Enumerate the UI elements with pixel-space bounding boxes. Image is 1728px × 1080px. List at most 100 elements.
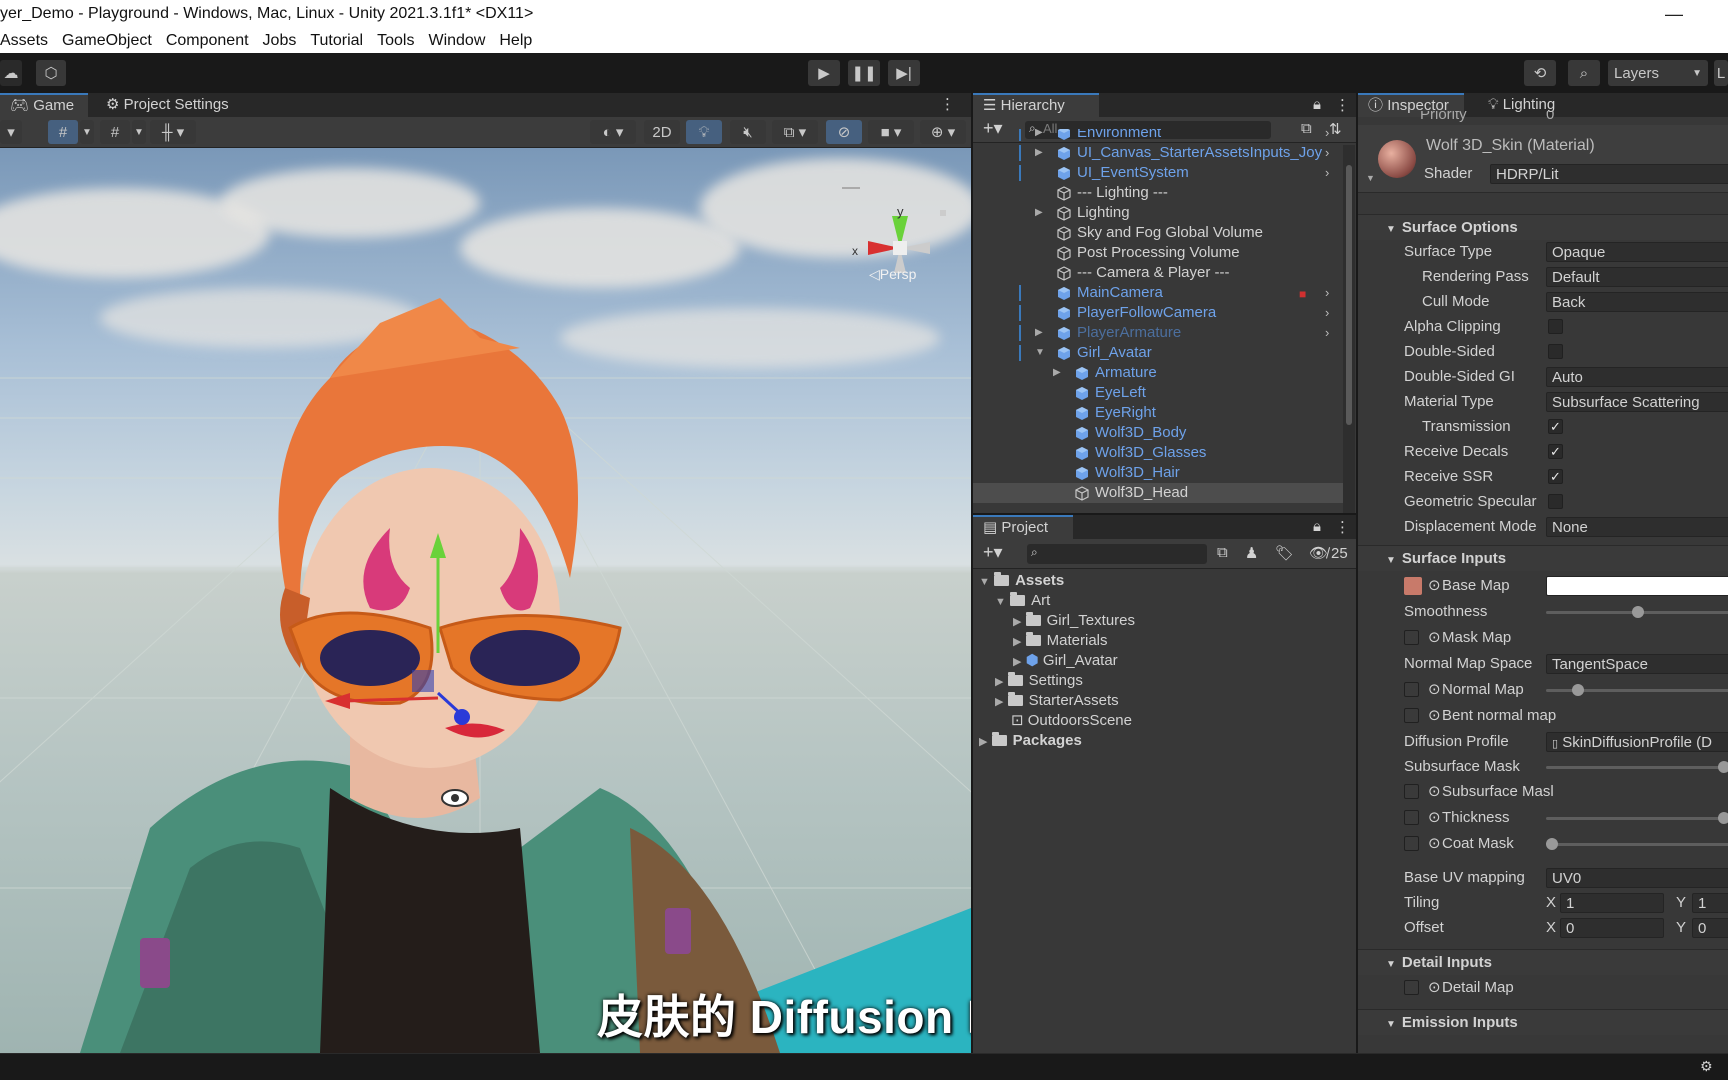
subsurface-mask-slider[interactable] xyxy=(1546,766,1728,769)
project-item-girl-textures[interactable]: ▶ Girl_Textures xyxy=(1013,611,1135,631)
kebab-menu-icon[interactable]: ⋮ xyxy=(1335,96,1350,114)
subsurface-mask-slot[interactable] xyxy=(1404,784,1419,799)
tiling-y-input[interactable]: 1 xyxy=(1692,893,1728,913)
menu-help[interactable]: Help xyxy=(499,32,532,49)
project-search-input[interactable]: ⌕ xyxy=(1027,544,1207,564)
effects-dropdown[interactable]: ⧉ ▾ xyxy=(772,120,818,144)
section-detail-inputs[interactable]: ▼ Detail Inputs xyxy=(1358,949,1728,975)
thickness-slider-knob[interactable] xyxy=(1718,812,1728,824)
object-picker-icon[interactable]: ⊙ xyxy=(1428,679,1441,701)
pause-button[interactable]: ❚❚ xyxy=(848,60,880,86)
lock-icon[interactable]: 🔒︎ xyxy=(1313,96,1321,113)
surface-type-dropdown[interactable]: Opaque xyxy=(1546,242,1728,262)
hierarchy-item[interactable]: ▼ Girl_Avatar xyxy=(973,343,1343,363)
open-prefab-icon[interactable]: › xyxy=(1325,323,1329,343)
shading-mode-dropdown[interactable]: ◐ ▾ xyxy=(590,120,636,144)
grid-snap-icon[interactable]: # xyxy=(48,120,78,144)
hidden-packages-icon[interactable]: 👁︎̸ xyxy=(1309,544,1328,562)
menu-assets[interactable]: Assets xyxy=(0,32,48,49)
hierarchy-item[interactable]: ▶ UI_Canvas_StarterAssetsInputs_Joy › xyxy=(973,143,1343,163)
bent-normal-map-slot[interactable] xyxy=(1404,708,1419,723)
hierarchy-item[interactable]: Sky and Fog Global Volume xyxy=(973,223,1343,243)
increment-snap-icon[interactable]: # xyxy=(100,120,130,144)
diffusion-profile-field[interactable]: ▯ SkinDiffusionProfile (D xyxy=(1546,732,1728,752)
project-item-assets[interactable]: ▼ Assets xyxy=(979,571,1064,591)
material-type-dropdown[interactable]: Subsurface Scattering xyxy=(1546,392,1728,412)
gizmos-dropdown[interactable]: ⊕ ▾ xyxy=(920,120,966,144)
project-item-materials[interactable]: ▶ Materials xyxy=(1013,631,1108,651)
base-map-thumbnail[interactable] xyxy=(1404,577,1422,595)
cull-mode-dropdown[interactable]: Back xyxy=(1546,292,1728,312)
toggle-2d-button[interactable]: 2D xyxy=(644,120,680,144)
project-item-settings[interactable]: ▶ Settings xyxy=(995,671,1083,691)
hierarchy-item[interactable]: Wolf3D_Body xyxy=(973,423,1343,443)
layers-dropdown[interactable]: Layers ▼ xyxy=(1608,60,1708,86)
type-filter-icon[interactable]: ♟ xyxy=(1245,544,1258,562)
object-picker-icon[interactable]: ⊙ xyxy=(1428,781,1441,803)
project-item-starter-assets[interactable]: ▶ StarterAssets xyxy=(995,691,1119,711)
mask-map-slot[interactable] xyxy=(1404,630,1419,645)
menu-window[interactable]: Window xyxy=(428,32,485,49)
chevron-down-icon[interactable]: ▼ xyxy=(1035,343,1045,363)
menu-tutorial[interactable]: Tutorial xyxy=(310,32,363,49)
persp-label[interactable]: ◁Persp xyxy=(869,266,916,283)
play-button[interactable]: ▶ xyxy=(808,60,840,86)
section-surface-inputs[interactable]: ▼ Surface Inputs xyxy=(1358,545,1728,571)
add-icon[interactable]: +▾ xyxy=(983,542,1003,563)
hierarchy-item[interactable]: MainCamera › ■ xyxy=(973,283,1343,303)
object-picker-icon[interactable]: ⊙ xyxy=(1428,807,1441,829)
chevron-right-icon[interactable]: ▶ xyxy=(1035,129,1043,143)
hierarchy-item[interactable]: Wolf3D_Glasses xyxy=(973,443,1343,463)
search-icon[interactable]: ⌕ xyxy=(1568,60,1600,86)
receive-ssr-checkbox[interactable]: ✓ xyxy=(1548,469,1563,484)
lighting-toggle-icon[interactable]: 💡︎ xyxy=(686,120,722,144)
chevron-right-icon[interactable]: ▶ xyxy=(1035,143,1043,163)
alpha-clipping-checkbox[interactable] xyxy=(1548,319,1563,334)
visibility-icon[interactable]: ⊘ xyxy=(826,120,862,144)
menu-tools[interactable]: Tools xyxy=(377,32,414,49)
audio-toggle-icon[interactable]: 🔇︎ xyxy=(730,120,766,144)
base-uv-mapping-dropdown[interactable]: UV0 xyxy=(1546,868,1728,888)
chevron-down-icon[interactable]: ▼ xyxy=(80,120,94,144)
menu-jobs[interactable]: Jobs xyxy=(263,32,297,49)
hierarchy-item[interactable]: ▶ Armature xyxy=(973,363,1343,383)
hierarchy-item[interactable]: ▶ Environment › xyxy=(973,129,1343,143)
character-avatar[interactable] xyxy=(0,148,971,1053)
tab-game[interactable]: 🎮︎ Game xyxy=(0,93,88,117)
minimize-icon[interactable]: — xyxy=(1665,0,1683,28)
offset-y-input[interactable]: 0 xyxy=(1692,918,1728,938)
tiling-x-input[interactable]: 1 xyxy=(1560,893,1664,913)
double-sided-checkbox[interactable] xyxy=(1548,344,1563,359)
kebab-menu-icon[interactable]: ⋮ xyxy=(1335,518,1350,536)
history-icon[interactable]: ⟲ xyxy=(1524,60,1556,86)
tab-project[interactable]: ▤ Project xyxy=(973,515,1073,539)
layout-dropdown[interactable]: L xyxy=(1714,60,1728,86)
hierarchy-item[interactable]: ▶ PlayerArmature › xyxy=(973,323,1343,343)
camera-dropdown[interactable]: ■ ▾ xyxy=(868,120,914,144)
step-button[interactable]: ▶| xyxy=(888,60,920,86)
debug-icon[interactable]: ⚙ xyxy=(1700,1058,1713,1075)
detail-map-slot[interactable] xyxy=(1404,980,1419,995)
transmission-checkbox[interactable]: ✓ xyxy=(1548,419,1563,434)
base-map-color[interactable] xyxy=(1546,576,1728,596)
hierarchy-item[interactable]: Post Processing Volume xyxy=(973,243,1343,263)
smoothness-slider-knob[interactable] xyxy=(1632,606,1644,618)
normal-map-slot[interactable] xyxy=(1404,682,1419,697)
open-prefab-icon[interactable]: › xyxy=(1325,143,1329,163)
section-emission-inputs[interactable]: ▼ Emission Inputs xyxy=(1358,1009,1728,1035)
kebab-menu-icon[interactable]: ⋮ xyxy=(940,93,955,117)
hierarchy-item[interactable]: --- Lighting --- xyxy=(973,183,1343,203)
search-filter-icon[interactable]: ⧉ xyxy=(1217,544,1228,561)
ruler-icon[interactable]: ╫ ▾ xyxy=(150,120,196,144)
open-prefab-icon[interactable]: › xyxy=(1325,303,1329,323)
chevron-right-icon[interactable]: ▶ xyxy=(1035,203,1043,223)
coat-mask-slot[interactable] xyxy=(1404,836,1419,851)
project-item-girl-avatar[interactable]: ▶ ⬢ Girl_Avatar xyxy=(1013,651,1118,671)
hierarchy-item[interactable]: ▶ Lighting xyxy=(973,203,1343,223)
hierarchy-item[interactable]: EyeRight xyxy=(973,403,1343,423)
hierarchy-scrollbar[interactable] xyxy=(1343,145,1355,513)
object-picker-icon[interactable]: ⊙ xyxy=(1428,833,1441,855)
subsurface-mask-slider-knob[interactable] xyxy=(1718,761,1728,773)
object-picker-icon[interactable]: ⊙ xyxy=(1428,705,1441,727)
chevron-down-icon[interactable]: ▼ xyxy=(132,120,146,144)
